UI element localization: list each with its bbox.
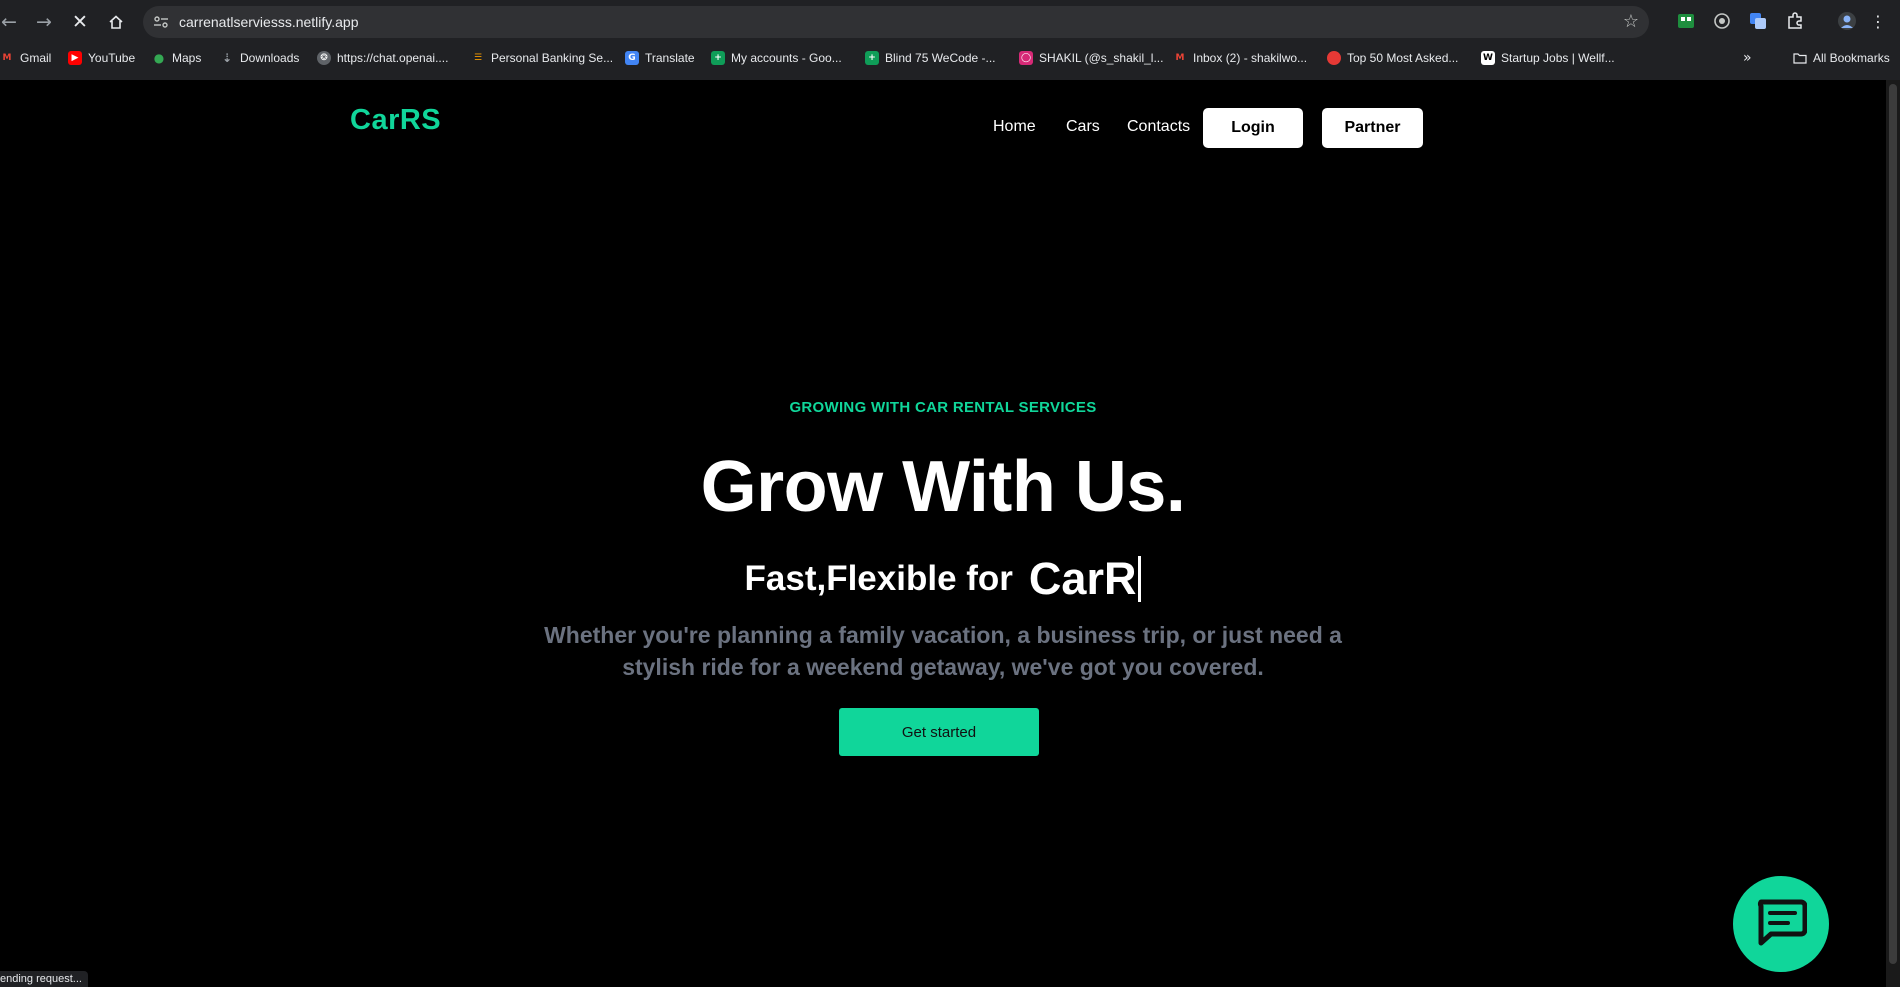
scrollbar-thumb[interactable] — [1889, 84, 1897, 964]
hero-subtitle-prefix: Fast,Flexible for — [744, 559, 1013, 598]
typed-word: CarR — [1028, 553, 1137, 604]
back-arrow-icon[interactable]: ← — [0, 7, 24, 37]
bank-icon: ☰ — [473, 53, 483, 63]
bookmark-youtube[interactable]: ▶ YouTube — [68, 45, 135, 71]
site-logo[interactable]: CarRS — [350, 104, 441, 137]
bookmark-label: Startup Jobs | Wellf... — [1501, 51, 1615, 65]
typing-caret — [1138, 556, 1142, 602]
bookmark-label: https://chat.openai.... — [337, 51, 449, 65]
bookmark-inbox[interactable]: M Inbox (2) - shakilwo... — [1173, 45, 1308, 71]
chat-widget-button[interactable] — [1733, 876, 1829, 972]
openai-icon: ❂ — [317, 51, 331, 65]
maps-pin-icon: ● — [153, 51, 165, 65]
all-bookmarks-label: All Bookmarks — [1813, 51, 1890, 65]
browser-chrome: ← → ✕ carrenatlserviesss.netlify.app ☆ ⋮… — [0, 0, 1900, 80]
gmail-icon: M — [2, 53, 12, 63]
nav-contacts-link[interactable]: Contacts — [1127, 118, 1190, 136]
bookmark-label: Personal Banking Se... — [491, 51, 614, 65]
bookmark-chat-openai[interactable]: ❂ https://chat.openai.... — [317, 45, 448, 71]
bookmark-blind-75[interactable]: + Blind 75 WeCode -... — [865, 45, 996, 71]
browser-menu-icon[interactable]: ⋮ — [1867, 10, 1889, 32]
extension-target-icon[interactable] — [1711, 10, 1733, 32]
nav-home-link[interactable]: Home — [993, 118, 1036, 136]
bookmark-label: SHAKIL (@s_shakil_l... — [1039, 51, 1164, 65]
partner-button[interactable]: Partner — [1322, 108, 1423, 148]
sheets-icon: + — [865, 51, 879, 65]
bookmark-star-icon[interactable]: ☆ — [1623, 6, 1639, 38]
browser-toolbar: ← → ✕ carrenatlserviesss.netlify.app ☆ ⋮ — [0, 0, 1900, 43]
youtube-icon: ▶ — [68, 51, 82, 65]
nav-cars-link[interactable]: Cars — [1066, 118, 1100, 136]
web-page: CarRS Home Cars Contacts Login Partner G… — [0, 80, 1886, 987]
extension-green-icon[interactable] — [1675, 10, 1697, 32]
bookmark-startup-jobs[interactable]: W Startup Jobs | Wellf... — [1481, 45, 1615, 71]
bookmark-translate[interactable]: G Translate — [625, 45, 695, 71]
bookmark-downloads[interactable]: ⇣ Downloads — [220, 45, 299, 71]
w-icon: W — [1481, 51, 1495, 65]
all-bookmarks-button[interactable]: All Bookmarks — [1793, 45, 1890, 71]
page-scrollbar[interactable] — [1886, 80, 1900, 987]
bookmarks-bar: M Gmail ▶ YouTube ● Maps ⇣ Downloads ❂ h… — [0, 45, 1900, 71]
forward-arrow-icon[interactable]: → — [29, 7, 59, 37]
get-started-button[interactable]: Get started — [839, 708, 1039, 756]
site-info-icon[interactable] — [150, 11, 172, 33]
more-bookmarks-chevron-icon[interactable]: » — [1743, 45, 1752, 71]
bookmark-instagram[interactable]: ◯ SHAKIL (@s_shakil_l... — [1019, 45, 1163, 71]
bookmark-gmail[interactable]: M Gmail — [0, 45, 52, 71]
folder-icon — [1793, 51, 1807, 65]
url-text[interactable]: carrenatlserviesss.netlify.app — [179, 6, 358, 38]
bookmark-label: Translate — [645, 51, 695, 65]
bookmark-my-accounts[interactable]: + My accounts - Goo... — [711, 45, 842, 71]
hero-description: Whether you're planning a family vacatio… — [544, 622, 1342, 680]
hero-subtitle: Fast,Flexible for CarR — [0, 553, 1886, 605]
hero-eyebrow: GROWING WITH CAR RENTAL SERVICES — [789, 399, 1097, 416]
bookmark-label: Inbox (2) - shakilwo... — [1193, 51, 1308, 65]
bookmark-label: Blind 75 WeCode -... — [885, 51, 996, 65]
profile-avatar-icon[interactable] — [1836, 10, 1858, 32]
sheets-icon: + — [711, 51, 725, 65]
bookmark-label: Gmail — [20, 51, 52, 65]
bookmark-label: Top 50 Most Asked... — [1347, 51, 1459, 65]
extensions-puzzle-icon[interactable] — [1784, 10, 1806, 32]
download-icon: ⇣ — [221, 51, 233, 65]
hero-title: Grow With Us. — [700, 447, 1186, 527]
bookmark-label: YouTube — [88, 51, 136, 65]
bookmark-maps[interactable]: ● Maps — [152, 45, 202, 71]
google-translate-icon[interactable] — [1747, 10, 1769, 32]
home-icon[interactable] — [101, 7, 131, 37]
instagram-icon: ◯ — [1019, 51, 1033, 65]
bookmark-personal-banking[interactable]: ☰ Personal Banking Se... — [471, 45, 613, 71]
login-button[interactable]: Login — [1203, 108, 1303, 148]
address-bar[interactable]: carrenatlserviesss.netlify.app ☆ — [143, 6, 1649, 38]
bookmark-label: Downloads — [240, 51, 300, 65]
bookmark-label: My accounts - Goo... — [731, 51, 842, 65]
circle-icon — [1327, 51, 1341, 65]
browser-status-bar: ending request... — [0, 971, 88, 987]
stop-loading-icon[interactable]: ✕ — [65, 7, 95, 37]
translate-icon: G — [625, 51, 639, 65]
chat-bubble-icon — [1755, 898, 1808, 951]
gmail-icon: M — [1175, 53, 1185, 63]
bookmark-label: Maps — [172, 51, 202, 65]
bookmark-top-50[interactable]: Top 50 Most Asked... — [1327, 45, 1458, 71]
